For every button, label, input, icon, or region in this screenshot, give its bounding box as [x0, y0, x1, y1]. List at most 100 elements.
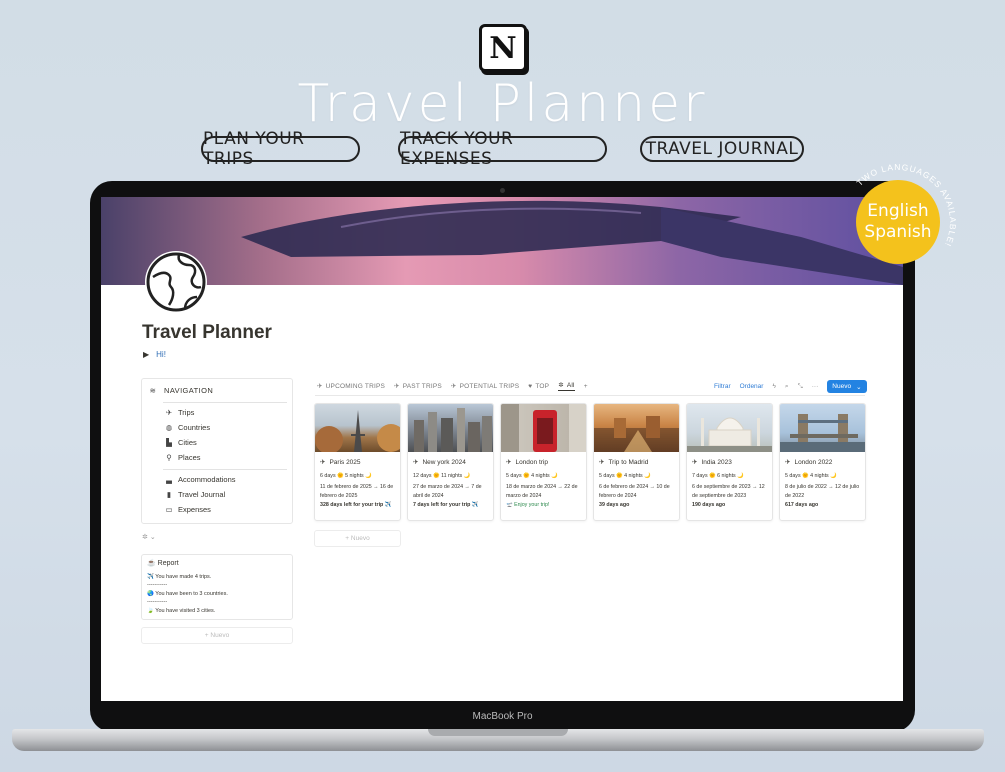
board-new-button[interactable]: + Nuevo	[314, 530, 401, 547]
tab-top[interactable]: ♥ TOP	[528, 383, 549, 390]
trip-duration: 5 days 🌞 4 nights 🌙	[599, 473, 651, 479]
add-view-button[interactable]: +	[584, 383, 588, 390]
waves-icon: ≋	[149, 386, 157, 395]
trip-status: 617 days ago	[785, 502, 819, 508]
nav-item-label: Cities	[178, 438, 197, 447]
trip-dates: 27 de marzo de 2024 → 7 de abril de 2024	[413, 484, 482, 499]
badge-spanish: Spanish	[864, 222, 932, 242]
report-line: 🍃 You have visited 3 cities.	[147, 607, 216, 614]
trip-duration: 5 days 🌞 4 nights 🌙	[785, 473, 837, 479]
toggle-hi[interactable]: ▶ Hi!	[143, 350, 166, 359]
plane-icon: ✈	[450, 383, 457, 390]
triangle-right-icon: ▶	[143, 350, 150, 359]
plane-down-icon: ✈	[394, 383, 400, 390]
database-icon-row[interactable]: ✲ ⌄	[142, 533, 156, 541]
tab-potential-trips[interactable]: ✈ POTENTIAL TRIPS	[450, 382, 520, 391]
nav-item-label: Trips	[178, 408, 195, 417]
taj-mahal-photo	[687, 404, 772, 452]
plane-icon: ✈	[785, 459, 791, 466]
lightning-icon[interactable]: ϟ	[772, 383, 775, 390]
trip-name-text: London 2022	[794, 458, 833, 466]
filter-button[interactable]: Filtrar	[714, 383, 731, 390]
nav-item-cities[interactable]: ▙ Cities	[165, 438, 197, 447]
paris-photo	[315, 404, 400, 452]
database-toolbar: Filtrar Ordenar ϟ ⌕ ⤡ ··· Nuevo ⌄	[714, 380, 867, 393]
camera-dot	[500, 188, 505, 193]
chevron-down-icon: ⌄	[149, 534, 156, 541]
report-card: ☕ Report ✈️ You have made 4 trips. -----…	[141, 554, 293, 620]
nav-item-label: Accommodations	[178, 475, 236, 484]
new-york-photo	[408, 404, 493, 452]
trip-dates: 6 de septiembre de 2023 → 12 de septiemb…	[692, 484, 765, 499]
money-icon: ▭	[165, 505, 173, 514]
more-icon[interactable]: ···	[812, 383, 819, 390]
trip-card[interactable]: ✈ Trip to Madrid 5 days 🌞 4 nights 🌙 6 de…	[593, 403, 680, 521]
trip-name-text: Paris 2025	[329, 458, 361, 466]
new-button[interactable]: Nuevo ⌄	[827, 380, 867, 393]
trip-name-text: India 2023	[701, 458, 732, 466]
trip-status: 190 days ago	[692, 502, 726, 508]
plane-icon: ✈	[599, 459, 605, 466]
nav-item-countries[interactable]: ◍ Countries	[165, 423, 210, 432]
plane-icon: ✈	[413, 459, 419, 466]
badge-english: English	[867, 201, 929, 221]
madrid-photo	[594, 404, 679, 452]
tab-upcoming-trips[interactable]: ✈ UPCOMING TRIPS	[317, 382, 385, 391]
city-icon: ▙	[166, 438, 172, 447]
pill-track-expenses: TRACK YOUR EXPENSES	[398, 129, 607, 169]
tab-all[interactable]: ✲ All	[558, 381, 575, 391]
navigation-title: NAVIGATION	[164, 386, 214, 395]
report-title: ☕ Report	[147, 560, 179, 567]
report-line: ✈️ You have made 4 trips.	[147, 573, 212, 580]
cover-banner	[101, 197, 903, 285]
nav-item-accommodations[interactable]: ▃ Accommodations	[165, 475, 236, 484]
laptop-frame: Travel Planner ▶ Hi! ≋ NAVIGATION ✈ Trips…	[90, 181, 915, 732]
sort-button[interactable]: Ordenar	[740, 383, 764, 390]
view-tabs: ✈ UPCOMING TRIPS ✈ PAST TRIPS ✈ POTENTIAL T…	[317, 381, 588, 391]
trip-name: ✈ London 2022	[785, 458, 833, 467]
expand-icon[interactable]: ⤡	[798, 383, 803, 391]
report-line: 🌏 You have been to 3 countries.	[147, 590, 228, 597]
book-icon: ▮	[166, 490, 172, 499]
trip-dates: 6 de febrero de 2024 → 10 de febrero de …	[599, 484, 670, 499]
trip-card[interactable]: ✈ New york 2024 12 days 🌞 11 nights 🌙 27 …	[407, 403, 494, 521]
plane-up-icon: ✈	[317, 383, 323, 390]
notion-logo: N	[479, 24, 527, 72]
bed-icon: ▃	[166, 475, 172, 484]
london-phone-booth-photo	[501, 404, 586, 452]
divider	[315, 395, 865, 396]
new-label: Nuevo	[350, 535, 370, 542]
pin-icon: ⚲	[166, 453, 172, 462]
plane-icon: ✈	[692, 459, 698, 466]
tab-label: PAST TRIPS	[402, 382, 442, 390]
toggle-label: Hi!	[156, 350, 166, 359]
report-line: -----------	[147, 582, 168, 588]
trip-card[interactable]: ✈ London 2022 5 days 🌞 4 nights 🌙 8 de ju…	[779, 403, 866, 521]
report-new-button[interactable]: + Nuevo	[141, 627, 293, 644]
nav-item-label: Places	[178, 453, 201, 462]
notion-page: Travel Planner ▶ Hi! ≋ NAVIGATION ✈ Trips…	[101, 197, 903, 701]
tab-past-trips[interactable]: ✈ PAST TRIPS	[394, 382, 442, 391]
trip-card[interactable]: ✈ India 2023 7 days 🌞 6 nights 🌙 6 de sep…	[686, 403, 773, 521]
sparkle-icon: ✲	[142, 534, 148, 541]
trip-dates: 18 de marzo de 2024 → 22 de marzo de 202…	[506, 484, 578, 499]
trip-status: 🛫 Enjoy your trip!	[506, 502, 550, 508]
tab-label: POTENTIAL TRIPS	[459, 382, 520, 390]
pill-plan-trips: PLAN YOUR TRIPS	[201, 129, 360, 169]
nav-item-expenses[interactable]: ▭ Expenses	[165, 505, 210, 514]
tower-bridge-photo	[780, 404, 865, 452]
nav-item-travel-journal[interactable]: ▮ Travel Journal	[165, 490, 225, 499]
trip-card[interactable]: ✈ Paris 2025 6 days 🌞 5 nights 🌙 11 de fe…	[314, 403, 401, 521]
plane-icon: ✈	[506, 459, 512, 466]
trip-name-text: London trip	[515, 458, 548, 466]
trip-name: ✈ Trip to Madrid	[599, 458, 648, 467]
trip-duration: 12 days 🌞 11 nights 🌙	[413, 473, 471, 479]
search-icon[interactable]: ⌕	[785, 383, 789, 391]
logo-letter: N	[489, 30, 517, 66]
divider	[163, 469, 287, 470]
trip-status: 7 days left for your trip ✈️	[413, 502, 479, 508]
nav-item-places[interactable]: ⚲ Places	[165, 453, 201, 462]
nav-item-trips[interactable]: ✈ Trips	[165, 408, 195, 417]
trip-card[interactable]: ✈ London trip 5 days 🌞 4 nights 🌙 18 de m…	[500, 403, 587, 521]
trip-name: ✈ Paris 2025	[320, 458, 361, 467]
